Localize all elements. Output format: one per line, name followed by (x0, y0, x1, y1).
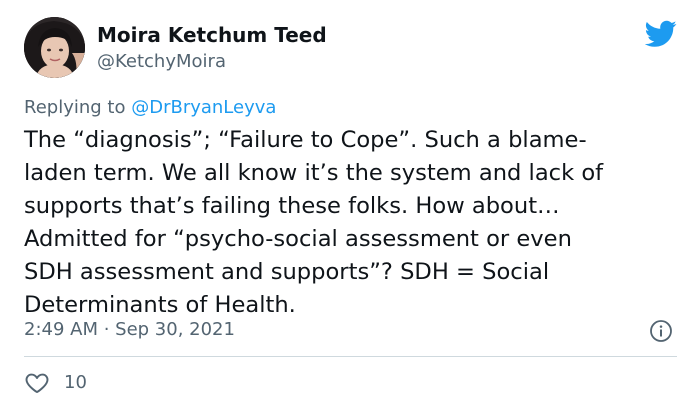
tweet-card: Moira Ketchum Teed @KetchyMoira Replying… (0, 0, 700, 410)
tweet-timestamp[interactable]: 2:49 AM · Sep 30, 2021 (24, 318, 235, 342)
heart-icon[interactable] (24, 370, 50, 396)
profile-photo-icon (24, 17, 85, 78)
author-display-name[interactable]: Moira Ketchum Teed (97, 22, 327, 48)
info-icon[interactable] (649, 319, 673, 343)
avatar[interactable] (24, 17, 85, 78)
tweet-text-line: laden term. We all know it’s the system … (24, 160, 604, 186)
tweet-text: The “diagnosis”; “Failure to Cope”. Such… (24, 124, 679, 322)
like-count: 10 (64, 372, 87, 393)
divider (24, 356, 677, 357)
tweet-text-line: supports that’s failing these folks. How… (24, 193, 560, 219)
twitter-bird-icon[interactable] (645, 20, 677, 48)
like-button[interactable]: 10 (24, 370, 87, 396)
tweet-text-line: The “diagnosis”; “Failure to Cope”. Such… (24, 127, 587, 153)
tweet-text-line: Admitted for “psycho-social assessment o… (24, 226, 572, 252)
author-handle[interactable]: @KetchyMoira (97, 50, 226, 74)
tweet-text-line: SDH assessment and supports”? SDH = Soci… (24, 259, 550, 285)
reply-context: Replying to @DrBryanLeyva (24, 96, 276, 120)
reply-mention-link[interactable]: @DrBryanLeyva (131, 97, 276, 118)
reply-prefix: Replying to (24, 97, 132, 118)
